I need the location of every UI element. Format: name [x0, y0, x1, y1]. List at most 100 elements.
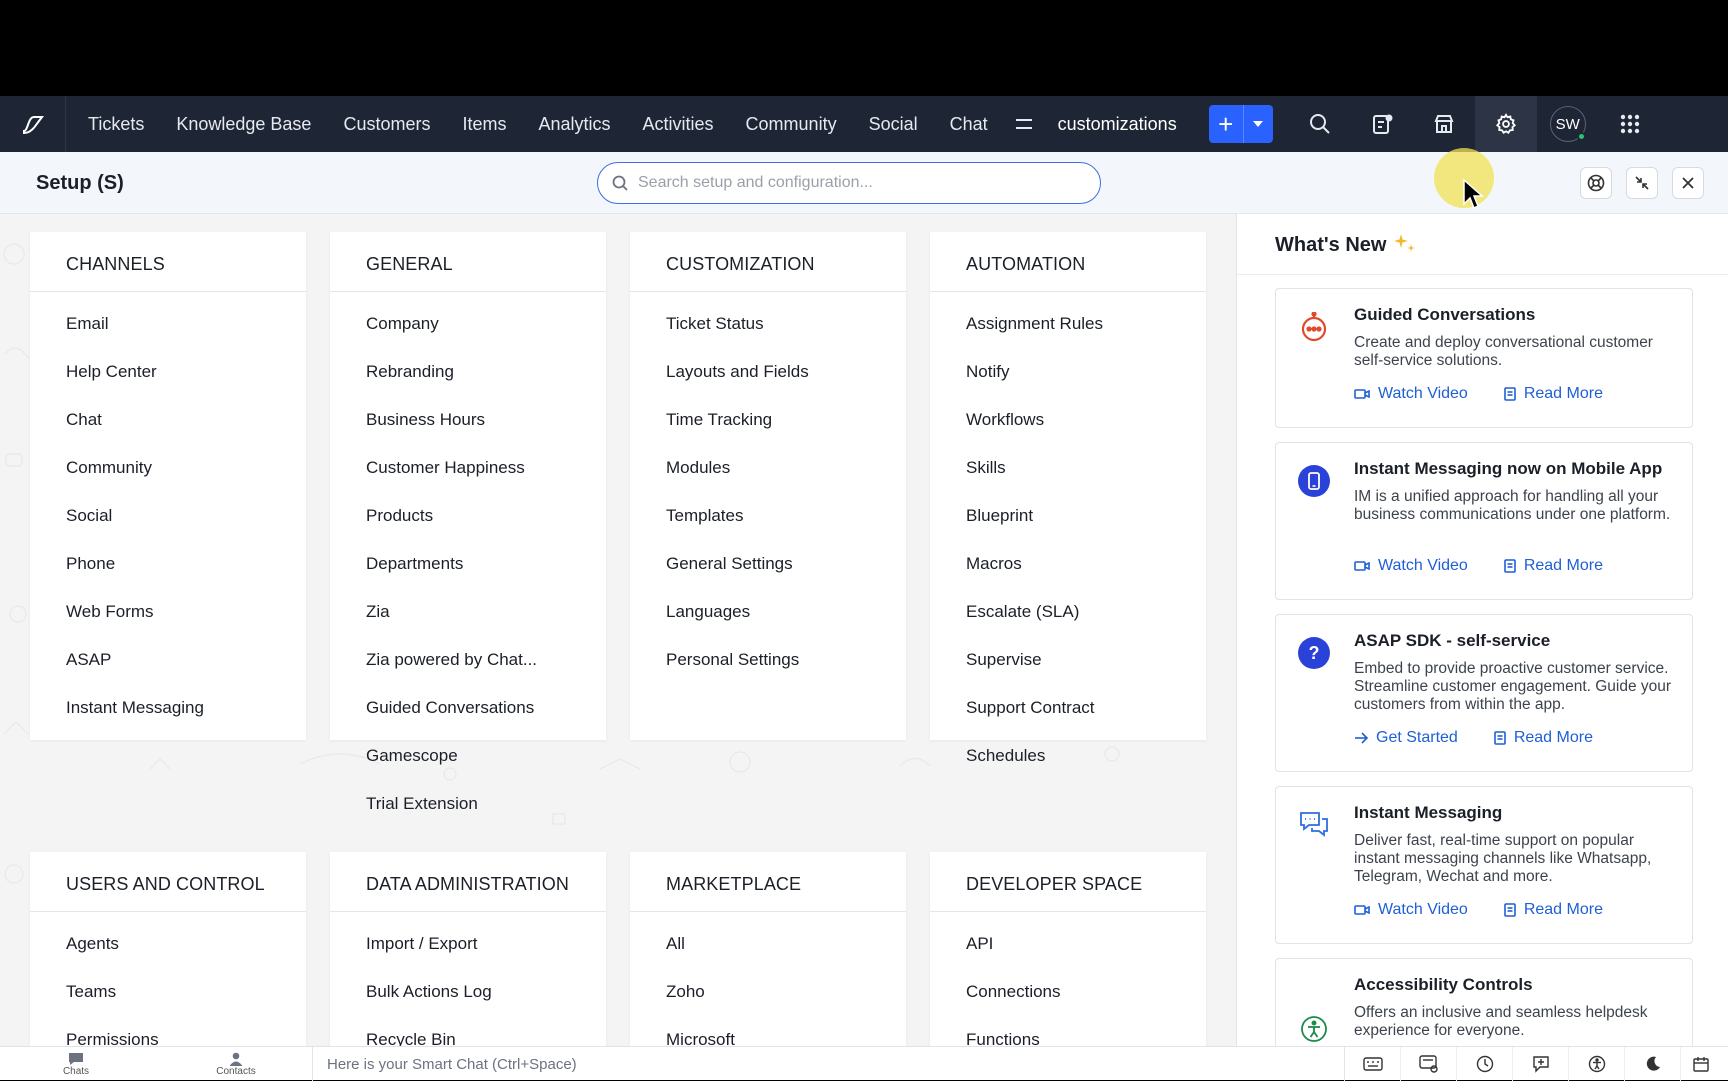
setup-link-agents[interactable]: Agents [30, 920, 306, 968]
setup-link-skills[interactable]: Skills [930, 444, 1206, 492]
setup-link-gamescope[interactable]: Gamescope [330, 732, 606, 780]
setup-link-general-settings[interactable]: General Settings [630, 540, 906, 588]
search-icon[interactable] [1289, 96, 1351, 152]
nav-tab-analytics[interactable]: Analytics [523, 96, 627, 152]
setup-link-support-contract[interactable]: Support Contract [930, 684, 1206, 732]
collapse-button[interactable] [1626, 167, 1658, 199]
setup-link-departments[interactable]: Departments [330, 540, 606, 588]
section-title: USERS AND CONTROL [30, 852, 306, 912]
footer-chats-tab[interactable]: Chats [36, 1049, 116, 1079]
setup-link-layouts-and-fields[interactable]: Layouts and Fields [630, 348, 906, 396]
close-button[interactable] [1672, 167, 1704, 199]
nav-tab-community[interactable]: Community [730, 96, 853, 152]
setup-link-teams[interactable]: Teams [30, 968, 306, 1016]
setup-link-business-hours[interactable]: Business Hours [330, 396, 606, 444]
setup-link-web-forms[interactable]: Web Forms [30, 588, 306, 636]
setup-link-templates[interactable]: Templates [630, 492, 906, 540]
setup-link-email[interactable]: Email [30, 300, 306, 348]
setup-link-company[interactable]: Company [330, 300, 606, 348]
feedback-icon[interactable] [1513, 1047, 1569, 1081]
setup-link-community[interactable]: Community [30, 444, 306, 492]
nav-tab-customers[interactable]: Customers [327, 96, 446, 152]
setup-link-macros[interactable]: Macros [930, 540, 1206, 588]
section-channels: CHANNELS Email Help Center Chat Communit… [30, 232, 306, 740]
nav-tab-social[interactable]: Social [853, 96, 934, 152]
setup-link-guided-conversations[interactable]: Guided Conversations [330, 684, 606, 732]
setup-search-input[interactable] [638, 174, 1078, 192]
clock-icon[interactable] [1457, 1047, 1513, 1081]
smart-chat-input[interactable]: Here is your Smart Chat (Ctrl+Space) [312, 1047, 1344, 1081]
marketplace-icon[interactable] [1413, 96, 1475, 152]
user-avatar[interactable]: SW [1537, 96, 1599, 152]
keyboard-icon[interactable] [1345, 1047, 1401, 1081]
more-tabs-icon[interactable] [1004, 96, 1044, 152]
app-grid-icon[interactable] [1599, 96, 1661, 152]
setup-link-zia-powered-by-chat[interactable]: Zia powered by Chat... [330, 636, 606, 684]
whats-new-card-title: Guided Conversations [1354, 305, 1536, 324]
nav-tab-chat[interactable]: Chat [934, 96, 1004, 152]
widget-icon[interactable] [1681, 1047, 1721, 1081]
setup-link-zia[interactable]: Zia [330, 588, 606, 636]
dark-mode-icon[interactable] [1625, 1047, 1681, 1081]
setup-link-phone[interactable]: Phone [30, 540, 306, 588]
document-icon [1504, 387, 1516, 401]
watch-video-link[interactable]: Watch Video [1354, 385, 1468, 403]
setup-link-bulk-actions-log[interactable]: Bulk Actions Log [330, 968, 606, 1016]
nav-tab-activities[interactable]: Activities [627, 96, 730, 152]
add-button[interactable]: + [1208, 105, 1243, 143]
setup-link-rebranding[interactable]: Rebranding [330, 348, 606, 396]
setup-link-escalate-sla[interactable]: Escalate (SLA) [930, 588, 1206, 636]
setup-link-schedules[interactable]: Schedules [930, 732, 1206, 780]
setup-link-microsoft[interactable]: Microsoft [630, 1016, 906, 1046]
footer-contacts-tab[interactable]: Contacts [196, 1049, 276, 1079]
current-module-label[interactable]: customizations [1044, 114, 1195, 135]
setup-search[interactable] [597, 162, 1101, 204]
add-dropdown-icon[interactable] [1242, 105, 1273, 143]
setup-link-import-export[interactable]: Import / Export [330, 920, 606, 968]
setup-link-chat[interactable]: Chat [30, 396, 306, 444]
read-more-link[interactable]: Read More [1504, 557, 1603, 575]
setup-link-time-tracking[interactable]: Time Tracking [630, 396, 906, 444]
setup-link-modules[interactable]: Modules [630, 444, 906, 492]
setup-link-help-center[interactable]: Help Center [30, 348, 306, 396]
section-data-administration: DATA ADMINISTRATION Import / Export Bulk… [330, 852, 606, 1046]
section-title: AUTOMATION [930, 232, 1206, 292]
setup-link-products[interactable]: Products [330, 492, 606, 540]
setup-link-notify[interactable]: Notify [930, 348, 1206, 396]
setup-link-connections[interactable]: Connections [930, 968, 1206, 1016]
notes-icon[interactable] [1351, 96, 1413, 152]
chat-settings-icon[interactable] [1401, 1047, 1457, 1081]
help-support-button[interactable] [1580, 167, 1612, 199]
app-logo-icon[interactable] [0, 96, 66, 152]
setup-link-trial-extension[interactable]: Trial Extension [330, 780, 606, 828]
setup-link-api[interactable]: API [930, 920, 1206, 968]
setup-link-asap[interactable]: ASAP [30, 636, 306, 684]
setup-link-recycle-bin[interactable]: Recycle Bin [330, 1016, 606, 1046]
setup-link-supervise[interactable]: Supervise [930, 636, 1206, 684]
section-title: GENERAL [330, 232, 606, 292]
setup-link-all[interactable]: All [630, 920, 906, 968]
setup-link-instant-messaging[interactable]: Instant Messaging [30, 684, 306, 732]
setup-link-permissions[interactable]: Permissions [30, 1016, 306, 1046]
get-started-link[interactable]: Get Started [1354, 729, 1458, 747]
nav-tab-knowledge-base[interactable]: Knowledge Base [160, 96, 327, 152]
setup-link-assignment-rules[interactable]: Assignment Rules [930, 300, 1206, 348]
read-more-link[interactable]: Read More [1494, 729, 1593, 747]
setup-link-workflows[interactable]: Workflows [930, 396, 1206, 444]
accessibility-icon[interactable] [1569, 1047, 1625, 1081]
settings-gear-icon[interactable] [1474, 96, 1537, 152]
setup-link-zoho[interactable]: Zoho [630, 968, 906, 1016]
setup-link-blueprint[interactable]: Blueprint [930, 492, 1206, 540]
setup-link-social[interactable]: Social [30, 492, 306, 540]
nav-tab-tickets[interactable]: Tickets [66, 96, 160, 152]
read-more-link[interactable]: Read More [1504, 901, 1603, 919]
setup-link-functions[interactable]: Functions [930, 1016, 1206, 1046]
nav-tab-items[interactable]: Items [446, 96, 522, 152]
read-more-link[interactable]: Read More [1504, 385, 1603, 403]
setup-link-ticket-status[interactable]: Ticket Status [630, 300, 906, 348]
watch-video-link[interactable]: Watch Video [1354, 901, 1468, 919]
watch-video-link[interactable]: Watch Video [1354, 557, 1468, 575]
setup-link-customer-happiness[interactable]: Customer Happiness [330, 444, 606, 492]
setup-link-personal-settings[interactable]: Personal Settings [630, 636, 906, 684]
setup-link-languages[interactable]: Languages [630, 588, 906, 636]
